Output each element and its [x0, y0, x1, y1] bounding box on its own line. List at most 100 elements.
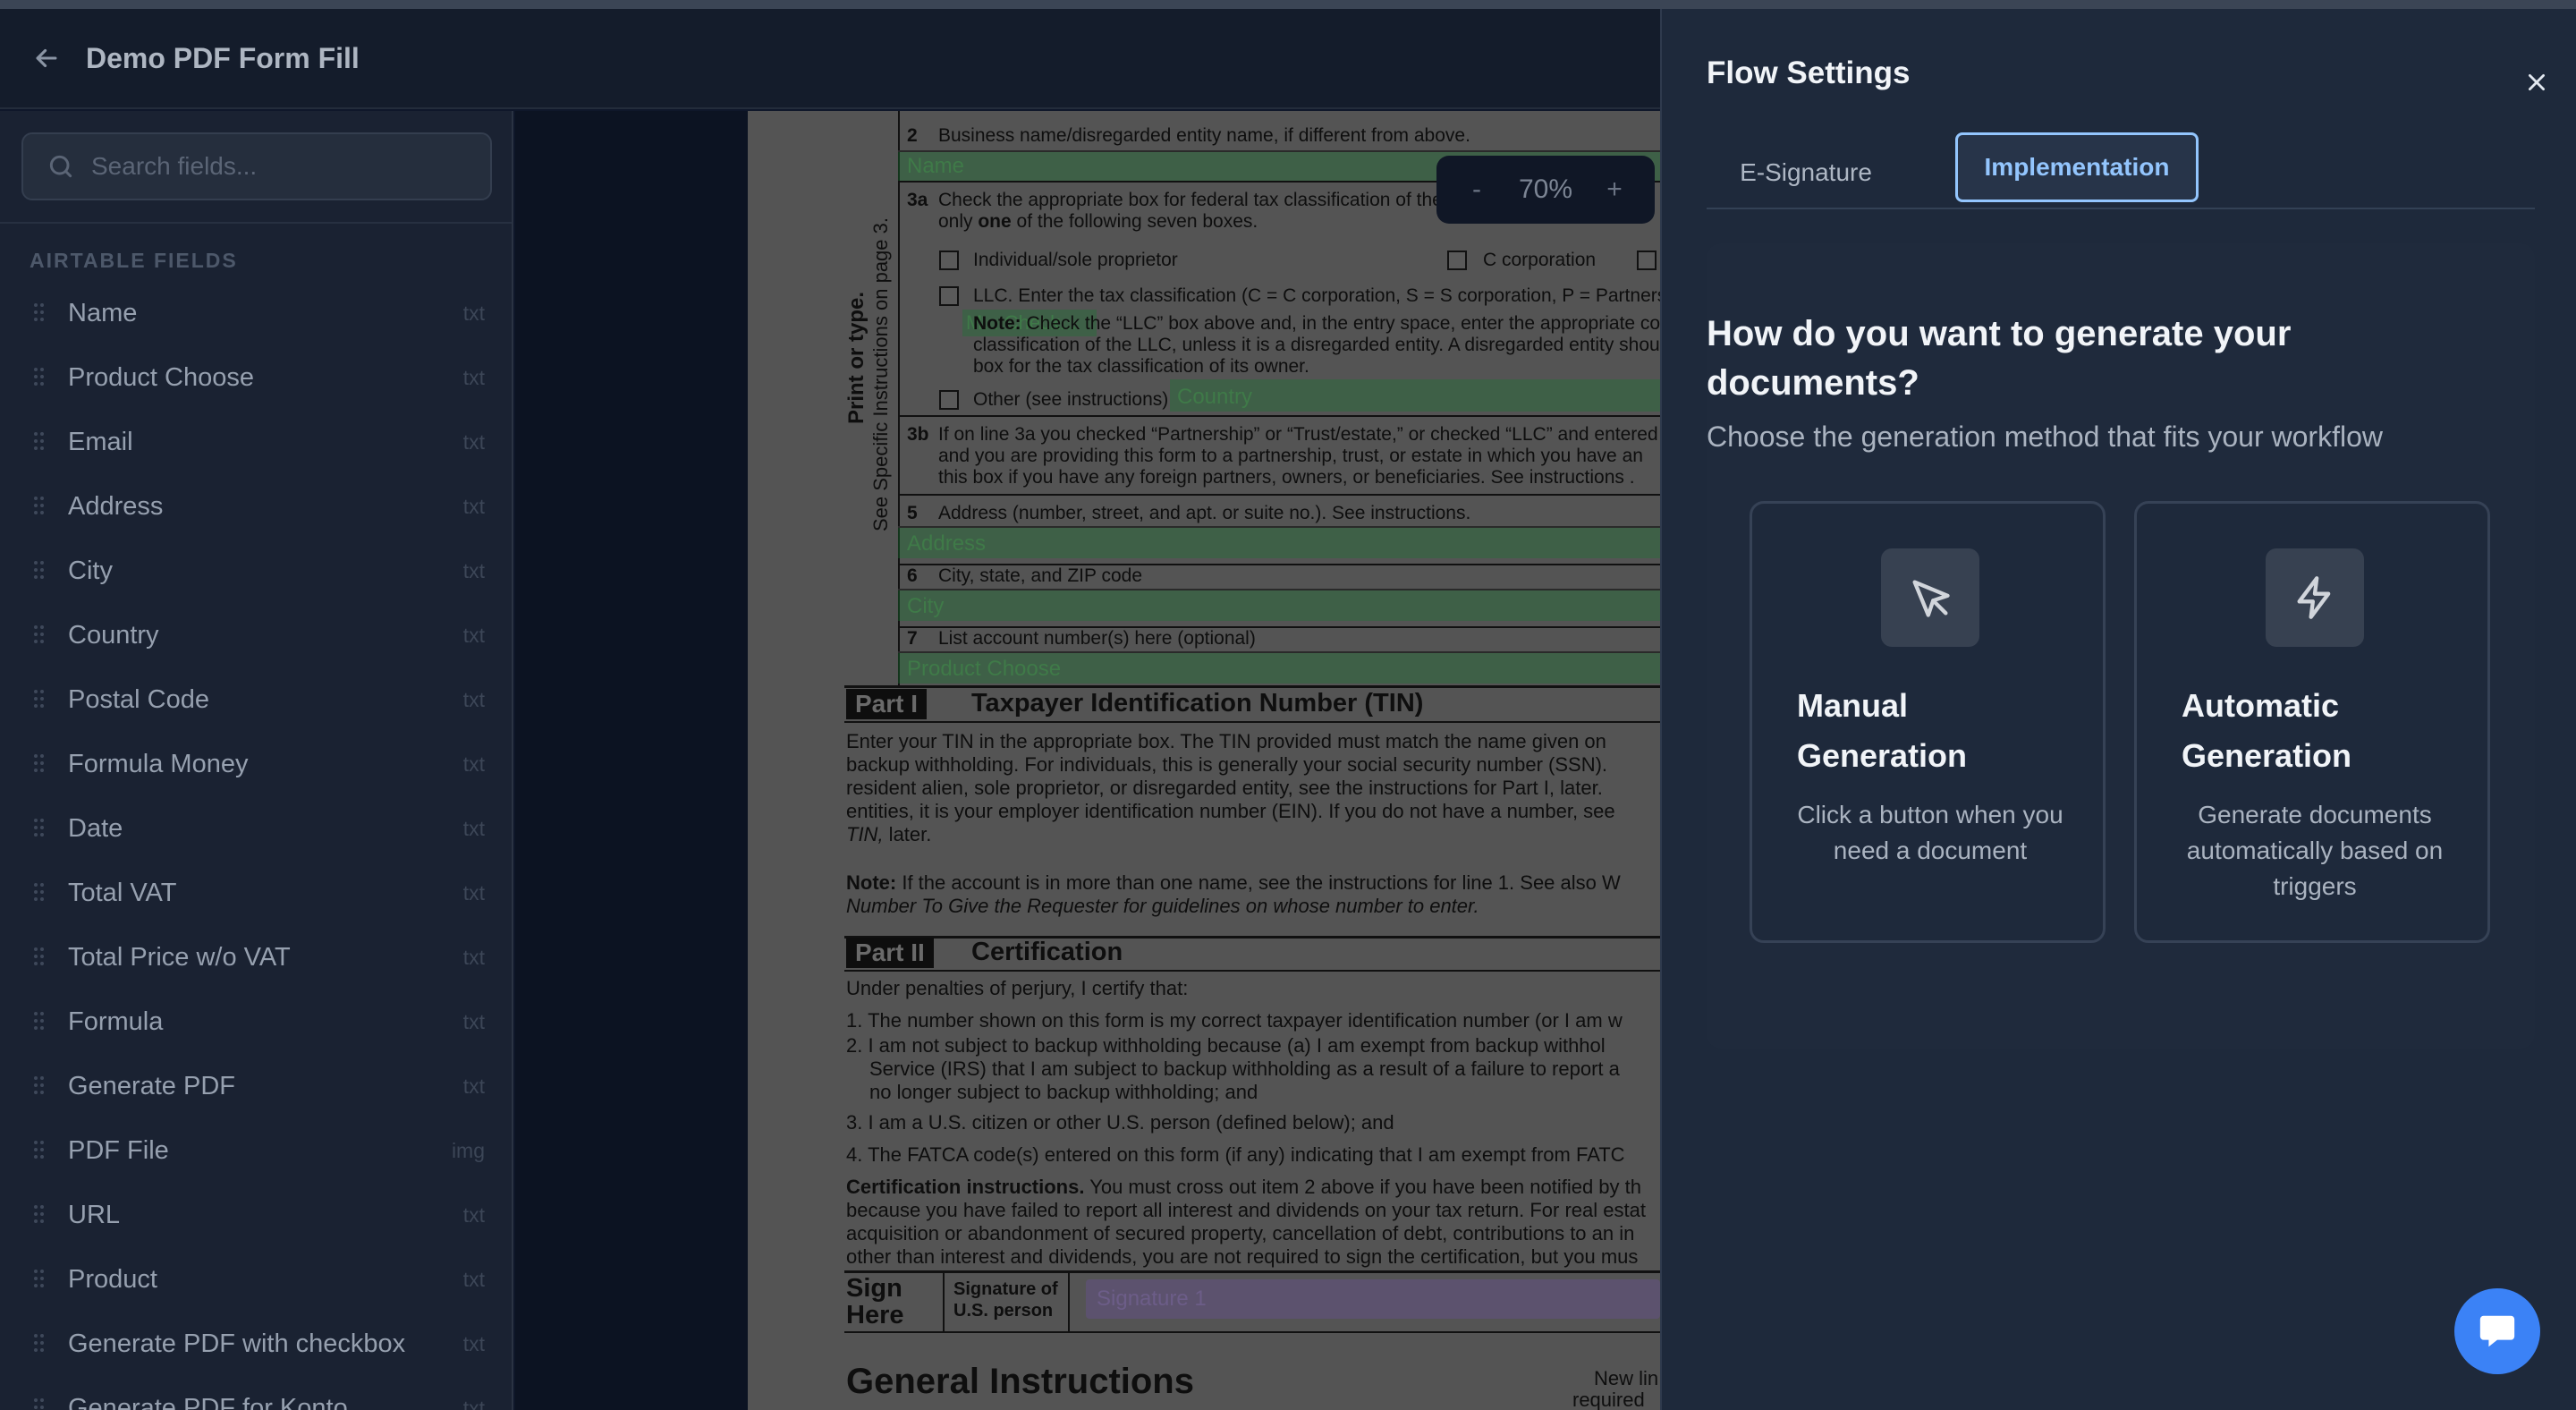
- divider: [943, 1272, 945, 1331]
- field-type: txt: [462, 1331, 485, 1355]
- field-item[interactable]: Country txt: [0, 603, 512, 667]
- drag-handle-icon[interactable]: [34, 1270, 47, 1289]
- field-item[interactable]: Address txt: [0, 474, 512, 539]
- drag-handle-icon[interactable]: [34, 368, 47, 387]
- line-number: 3a: [907, 190, 928, 210]
- tab-e-signature[interactable]: E-Signature: [1707, 138, 1905, 208]
- body-text: no longer subject to backup withholding;…: [869, 1081, 1258, 1103]
- field-item[interactable]: Total Price w/o VAT txt: [0, 925, 512, 990]
- drag-handle-icon[interactable]: [34, 1012, 47, 1032]
- checkbox[interactable]: [939, 251, 959, 270]
- pdf-field-city[interactable]: [898, 589, 1660, 621]
- tab-implementation[interactable]: Implementation: [1955, 132, 2199, 202]
- field-item[interactable]: PDF File img: [0, 1118, 512, 1183]
- drag-handle-icon[interactable]: [34, 883, 47, 903]
- section-title: AIRTABLE FIELDS: [30, 249, 238, 272]
- field-name: Generate PDF for Konto: [68, 1393, 348, 1410]
- checkbox[interactable]: [1637, 251, 1657, 270]
- checkbox[interactable]: [939, 286, 959, 306]
- drag-handle-icon[interactable]: [34, 754, 47, 774]
- body-text: 3. I am a U.S. citizen or other U.S. per…: [846, 1111, 1394, 1134]
- body-text: 4. The FATCA code(s) entered on this for…: [846, 1143, 1625, 1166]
- drag-handle-icon[interactable]: [34, 432, 47, 452]
- field-item[interactable]: Product txt: [0, 1247, 512, 1312]
- drag-handle-icon[interactable]: [34, 1076, 47, 1096]
- drag-handle-icon[interactable]: [34, 625, 47, 645]
- field-type: txt: [462, 687, 485, 711]
- body-text: acquisition or abandonment of secured pr…: [846, 1222, 1635, 1244]
- manual-generation-option[interactable]: Manual Generation Click a button when yo…: [1750, 501, 2106, 943]
- drag-handle-icon[interactable]: [34, 947, 47, 967]
- chat-button[interactable]: [2454, 1288, 2540, 1374]
- field-item[interactable]: Generate PDF for Konto txt: [0, 1376, 512, 1410]
- field-item[interactable]: Product Choose txt: [0, 345, 512, 410]
- field-type: txt: [462, 365, 485, 389]
- body-text: required: [1572, 1389, 1645, 1410]
- drag-handle-icon[interactable]: [34, 1398, 47, 1410]
- drag-handle-icon[interactable]: [34, 497, 47, 516]
- close-icon[interactable]: [2521, 66, 2553, 98]
- line-label: Address (number, street, and apt. or sui…: [938, 503, 1471, 523]
- zoom-in-button[interactable]: +: [1601, 174, 1628, 205]
- field-item[interactable]: Total VAT txt: [0, 861, 512, 925]
- field-item[interactable]: Formula Money txt: [0, 732, 512, 796]
- field-item[interactable]: Generate PDF txt: [0, 1054, 512, 1118]
- body-text: Under penalties of perjury, I certify th…: [846, 977, 1189, 999]
- pdf-page: Print or type. See Specific Instructions…: [748, 111, 1660, 1410]
- checkbox-label: Individual/sole proprietor: [973, 250, 1178, 270]
- field-name: PDF File: [68, 1135, 169, 1165]
- field-item[interactable]: Postal Code txt: [0, 667, 512, 732]
- pdf-field-address[interactable]: [898, 526, 1660, 558]
- field-type: txt: [462, 1074, 485, 1098]
- field-item[interactable]: Formula txt: [0, 990, 512, 1054]
- field-item[interactable]: Generate PDF with checkbox txt: [0, 1312, 512, 1376]
- body-text: entities, it is your employer identifica…: [846, 800, 1615, 822]
- checkbox-label: C corporation: [1483, 250, 1597, 270]
- page-title: Demo PDF Form Fill: [86, 41, 360, 74]
- zoom-out-button[interactable]: -: [1463, 174, 1490, 205]
- field-item[interactable]: Email txt: [0, 410, 512, 474]
- field-item[interactable]: City txt: [0, 539, 512, 603]
- field-item[interactable]: URL txt: [0, 1183, 512, 1247]
- text: only: [938, 211, 979, 232]
- search-box[interactable]: [21, 132, 492, 200]
- lightning-bolt-icon: [2266, 548, 2364, 647]
- text: If the account is in more than one name,…: [896, 871, 1621, 894]
- drag-handle-icon[interactable]: [34, 819, 47, 838]
- line-number: 6: [907, 565, 918, 586]
- field-item[interactable]: Name txt: [0, 281, 512, 345]
- field-name: Generate PDF with checkbox: [68, 1329, 406, 1358]
- field-name: Product Choose: [68, 362, 254, 392]
- drag-handle-icon[interactable]: [34, 303, 47, 323]
- section-heading: General Instructions: [846, 1362, 1194, 1401]
- drag-handle-icon[interactable]: [34, 1334, 47, 1354]
- document-viewer[interactable]: Print or type. See Specific Instructions…: [515, 111, 1660, 1410]
- line-label: only one of the following seven boxes.: [938, 211, 1258, 233]
- text: You must cross out item 2 above if you h…: [1084, 1176, 1641, 1198]
- checkbox[interactable]: [1447, 251, 1467, 270]
- drag-handle-icon[interactable]: [34, 690, 47, 709]
- pdf-field-label: Name: [907, 154, 965, 178]
- field-item[interactable]: Date txt: [0, 796, 512, 861]
- search-input[interactable]: [91, 152, 485, 181]
- chat-bubble-icon: [2479, 1315, 2515, 1347]
- drag-handle-icon[interactable]: [34, 561, 47, 581]
- automatic-generation-option[interactable]: Automatic Generation Generate documents …: [2134, 501, 2490, 943]
- side-label-instructions: See Specific Instructions on page 3.: [869, 217, 892, 531]
- line-label: List account number(s) here (optional): [938, 628, 1256, 649]
- note-text: Note: Check the “LLC” box above and, in …: [973, 313, 1660, 335]
- option-description: Click a button when you need a document: [1797, 801, 2063, 864]
- field-type: txt: [462, 1267, 485, 1291]
- checkbox[interactable]: [939, 390, 959, 410]
- back-arrow-icon[interactable]: [27, 38, 66, 78]
- body-text: New lin: [1594, 1367, 1659, 1389]
- body-text: Service (IRS) that I am subject to backu…: [869, 1058, 1620, 1080]
- divider: [844, 685, 1660, 688]
- flow-settings-panel: Flow Settings E-Signature Implementation…: [1660, 9, 2576, 1410]
- signature-label: U.S. person: [953, 1301, 1054, 1321]
- signature-label: Signature of: [953, 1279, 1058, 1299]
- divider: [898, 415, 1660, 417]
- drag-handle-icon[interactable]: [34, 1205, 47, 1225]
- field-type: txt: [462, 623, 485, 647]
- drag-handle-icon[interactable]: [34, 1141, 47, 1160]
